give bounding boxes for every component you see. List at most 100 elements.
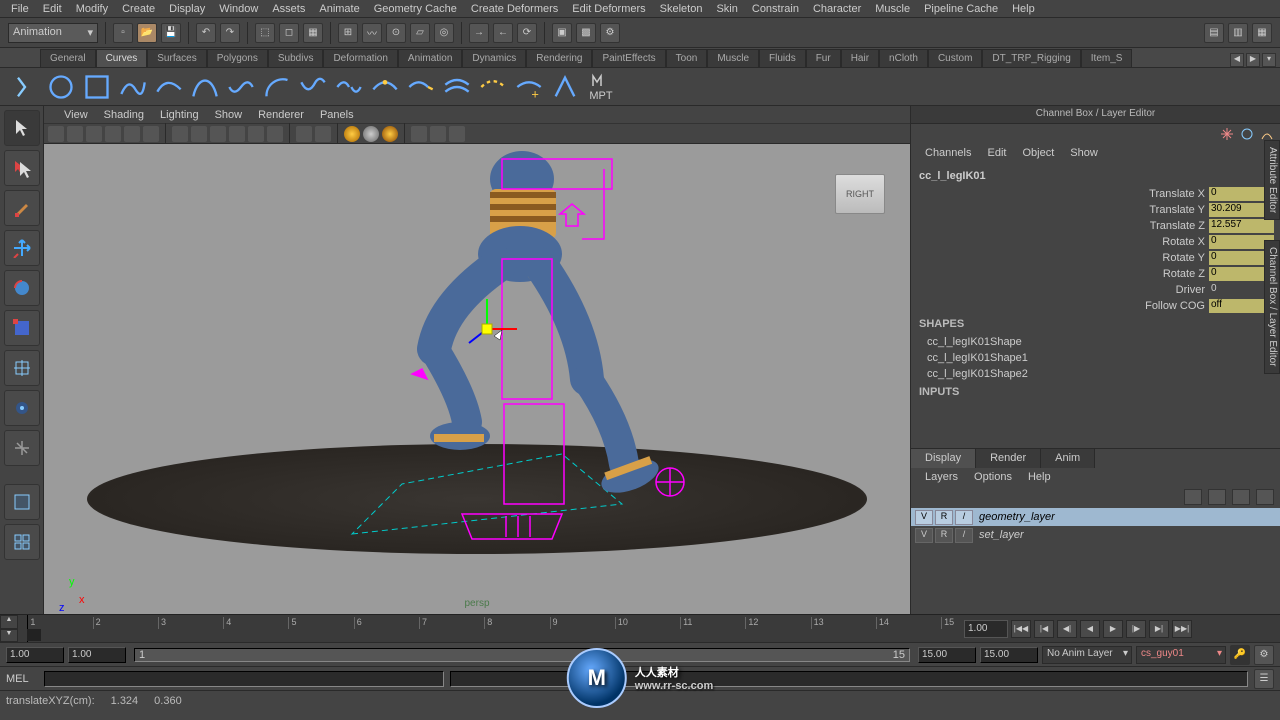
new-scene-icon[interactable]: ▫ [113,23,133,43]
menu-display[interactable]: Display [162,3,212,15]
shelf-tab-fluids[interactable]: Fluids [759,49,806,67]
channel-box-tab[interactable]: Channel Box / Layer Editor [1264,240,1280,374]
time-slider[interactable]: ▲▼ 123456789101112131415 |◀◀ |◀ ◀| ◀ ▶ |… [0,614,1280,642]
range-end-outer[interactable] [980,647,1038,663]
shelf-tab-rendering[interactable]: Rendering [526,49,592,67]
anim-layer-dropdown[interactable]: No Anim Layer [1042,646,1132,664]
range-start-inner[interactable] [68,647,126,663]
vp-textured-icon[interactable] [210,126,226,142]
shelf-next-icon[interactable]: ▶ [1246,53,1260,67]
vp-menu-shading[interactable]: Shading [96,109,152,121]
viewcube[interactable]: RIGHT [835,174,885,214]
command-input[interactable] [44,671,444,687]
step-fwd-key-icon[interactable]: ▶| [1149,620,1169,638]
menu-create[interactable]: Create [115,3,162,15]
scale-tool[interactable] [4,310,40,346]
bezier-curve-icon[interactable] [190,72,220,102]
layer-r-toggle[interactable]: R [935,528,953,543]
channel-menu-show[interactable]: Show [1062,147,1106,159]
redo-icon[interactable]: ↷ [220,23,240,43]
mode-selector[interactable]: Animation [8,23,98,43]
vp-shadows-icon[interactable] [248,126,264,142]
shape-node[interactable]: cc_l_legIK01Shape [917,334,1274,350]
play-fwd-icon[interactable]: ▶ [1103,620,1123,638]
square-curve-icon[interactable] [82,72,112,102]
toggle-channel-icon[interactable]: ▦ [1252,23,1272,43]
vp-res-gate-icon[interactable] [143,126,159,142]
undo-icon[interactable]: ↶ [196,23,216,43]
shelf-tab-custom[interactable]: Custom [928,49,982,67]
shelf-tab-dynamics[interactable]: Dynamics [462,49,526,67]
vp-menu-show[interactable]: Show [207,109,251,121]
layer-menu-options[interactable]: Options [966,471,1020,483]
new-layer-icon[interactable] [1184,489,1202,505]
layer-tab-render[interactable]: Render [976,449,1041,468]
layer-tab-display[interactable]: Display [911,449,976,468]
render-frame-icon[interactable]: ▣ [552,23,572,43]
layer-p-toggle[interactable]: / [955,528,973,543]
vp-bookmark-icon[interactable] [67,126,83,142]
layer-menu-layers[interactable]: Layers [917,471,966,483]
menu-character[interactable]: Character [806,3,868,15]
layer-r-toggle[interactable]: R [935,510,953,525]
manip-setting-icon[interactable] [1220,127,1234,141]
layer-row[interactable]: VR/geometry_layer [911,508,1280,526]
rebuild-curve-icon[interactable] [478,72,508,102]
menu-skeleton[interactable]: Skeleton [653,3,710,15]
attribute-editor-tab[interactable]: Attribute Editor [1264,140,1280,220]
pencil-curve-icon[interactable] [226,72,256,102]
show-manip-tool[interactable] [4,430,40,466]
vp-xray-icon[interactable] [267,126,283,142]
extend-curve-icon[interactable] [406,72,436,102]
menu-geometry-cache[interactable]: Geometry Cache [367,3,464,15]
new-layer-selected-icon[interactable] [1208,489,1226,505]
shelf-tab-fur[interactable]: Fur [806,49,841,67]
shelf-tab-animation[interactable]: Animation [398,49,462,67]
curve-tool-icon[interactable] [550,72,580,102]
construction-history-icon[interactable]: ⟳ [517,23,537,43]
shape-node[interactable]: cc_l_legIK01Shape2 [917,366,1274,382]
shelf-tab-polygons[interactable]: Polygons [207,49,268,67]
step-back-key-icon[interactable]: |◀ [1034,620,1054,638]
insert-knot-icon[interactable] [370,72,400,102]
menu-pipeline-cache[interactable]: Pipeline Cache [917,3,1005,15]
cmd-lang-label[interactable]: MEL [6,673,38,685]
menu-modify[interactable]: Modify [69,3,115,15]
shelf-tab-surfaces[interactable]: Surfaces [147,49,206,67]
layer-v-toggle[interactable]: V [915,510,933,525]
arc-curve-icon[interactable] [262,72,292,102]
attach-curve-icon[interactable] [298,72,328,102]
nav-collapse-icon[interactable] [10,72,40,102]
shelf-tab-muscle[interactable]: Muscle [707,49,759,67]
menu-skin[interactable]: Skin [709,3,744,15]
vp-share-icon[interactable] [449,126,465,142]
menu-constrain[interactable]: Constrain [745,3,806,15]
channel-menu-object[interactable]: Object [1014,147,1062,159]
vp-grid-icon[interactable] [105,126,121,142]
viewport-3d[interactable]: RIGHT yxz persp [44,144,910,614]
vp-image-plane-icon[interactable] [86,126,102,142]
menu-muscle[interactable]: Muscle [868,3,917,15]
vp-renderer-icon[interactable] [411,126,427,142]
open-scene-icon[interactable]: 📂 [137,23,157,43]
single-pane-icon[interactable] [4,484,40,520]
layer-menu-help[interactable]: Help [1020,471,1059,483]
save-scene-icon[interactable]: 💾 [161,23,181,43]
vp-menu-lighting[interactable]: Lighting [152,109,207,121]
four-pane-icon[interactable] [4,524,40,560]
toggle-attr-icon[interactable]: ▥ [1228,23,1248,43]
channel-menu-channels[interactable]: Channels [917,147,979,159]
current-time-field[interactable] [964,620,1008,638]
shelf-tab-painteffects[interactable]: PaintEffects [592,49,665,67]
snap-plane-icon[interactable]: ▱ [410,23,430,43]
script-editor-icon[interactable]: ☰ [1254,669,1274,689]
shelf-tab-ncloth[interactable]: nCloth [879,49,928,67]
shelf-tab-item_s[interactable]: Item_S [1081,49,1133,67]
shelf-prev-icon[interactable]: ◀ [1230,53,1244,67]
vp-hq-icon[interactable] [315,126,331,142]
options-icon[interactable] [1260,127,1274,141]
snap-point-icon[interactable]: ⊙ [386,23,406,43]
step-back-icon[interactable]: ◀| [1057,620,1077,638]
vp-wireframe-icon[interactable] [172,126,188,142]
prefs-icon[interactable]: ⚙ [1254,645,1274,665]
